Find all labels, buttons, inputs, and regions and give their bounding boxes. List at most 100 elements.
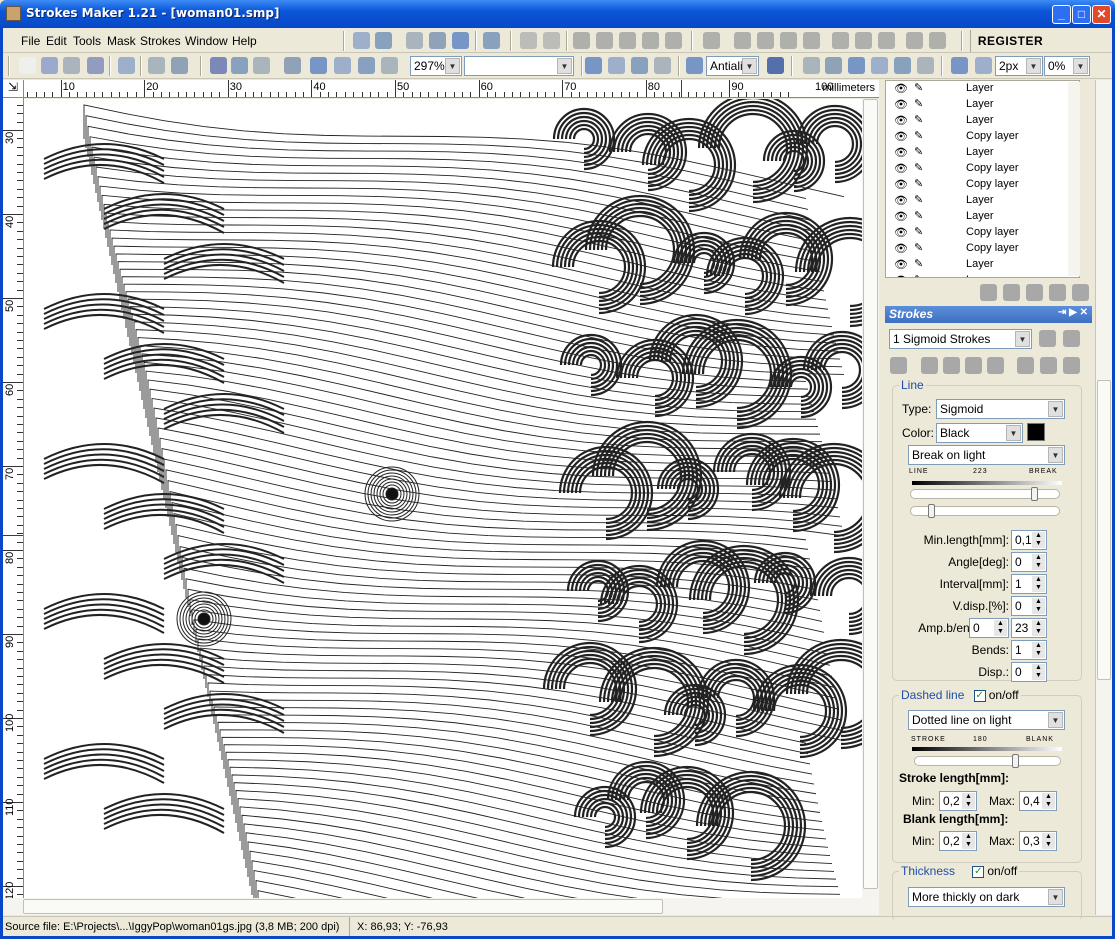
canvas-horizontal-scrollbar[interactable] <box>3 898 879 915</box>
menu-mask[interactable]: Mask <box>107 34 136 48</box>
thickness-toggle[interactable]: ✓ on/off <box>972 864 1017 878</box>
layer-row[interactable]: 👁 ✎ Layer <box>886 81 1076 96</box>
view-layers-icon[interactable] <box>631 57 648 74</box>
eye-icon[interactable]: 👁 <box>894 242 908 255</box>
layer-row[interactable]: 👁 ✎ Layer <box>886 192 1076 208</box>
field-input[interactable]: 0,1 ▲ ▼ <box>1011 530 1047 550</box>
chevron-down-icon[interactable]: ▼ <box>742 58 757 74</box>
scroll-thumb[interactable] <box>863 99 878 889</box>
layer-row[interactable]: 👁 ✎ Layer <box>886 96 1076 112</box>
slider-knob[interactable] <box>927 504 935 518</box>
filter-2-icon[interactable] <box>1040 357 1057 374</box>
spinner-arrows-icon[interactable]: ▲ ▼ <box>1032 598 1045 614</box>
eye-icon[interactable]: 👁 <box>894 146 908 159</box>
save-layer-icon[interactable] <box>803 32 820 49</box>
group-icon[interactable] <box>965 357 982 374</box>
help-icon[interactable] <box>353 32 370 49</box>
panel-top-icon[interactable] <box>429 32 446 49</box>
dashed-toggle[interactable]: ✓ on/off <box>973 688 1019 702</box>
pencil-icon[interactable]: ✎ <box>914 273 923 277</box>
layer-row[interactable]: 👁 ✎ Layer <box>886 272 1076 277</box>
eye-icon[interactable]: 👁 <box>894 114 908 127</box>
select-arrow-icon[interactable] <box>210 57 227 74</box>
document-icon[interactable] <box>878 32 895 49</box>
pencil-icon[interactable]: ✎ <box>914 97 923 110</box>
menu-edit[interactable]: Edit <box>46 34 67 48</box>
pencil-icon[interactable]: ✎ <box>914 113 923 126</box>
close-button[interactable]: ✕ <box>1092 5 1111 24</box>
chevron-down-icon[interactable]: ▼ <box>1048 889 1063 905</box>
paste-layer-icon[interactable] <box>171 57 188 74</box>
view-combined-icon[interactable] <box>654 57 671 74</box>
field-input[interactable]: 0 ▲ ▼ <box>969 618 1009 638</box>
eye-icon[interactable]: 👁 <box>894 82 908 95</box>
align-icon[interactable] <box>253 57 270 74</box>
field-input[interactable]: 0 ▲ ▼ <box>1011 596 1047 616</box>
spinner-arrows-icon[interactable]: ▲ ▼ <box>962 833 975 849</box>
secondary-slider[interactable] <box>910 504 1060 518</box>
layer-row[interactable]: 👁 ✎ Layer <box>886 112 1076 128</box>
menu-help[interactable]: Help <box>232 34 257 48</box>
pencil-icon[interactable]: ✎ <box>914 193 923 206</box>
add-icon[interactable] <box>921 357 938 374</box>
puzzle-icon[interactable] <box>906 32 923 49</box>
opacity-combo[interactable]: 0% ▼ <box>1044 56 1090 76</box>
chevron-down-icon[interactable]: ▼ <box>1026 58 1041 74</box>
transform-icon[interactable] <box>231 57 248 74</box>
eye-icon[interactable]: 👁 <box>894 162 908 175</box>
zoom-fit-icon[interactable] <box>358 57 375 74</box>
copy-icon[interactable] <box>596 32 613 49</box>
zoom-out-icon[interactable] <box>334 57 351 74</box>
chevron-down-icon[interactable]: ▼ <box>557 58 572 74</box>
zoom-in-icon[interactable] <box>310 57 327 74</box>
color-swatch[interactable] <box>1027 423 1045 441</box>
group-icon[interactable] <box>780 32 797 49</box>
pencil-icon[interactable]: ✎ <box>914 161 923 174</box>
layer-row[interactable]: 👁 ✎ Copy layer <box>886 240 1076 256</box>
line-mode-combo[interactable]: Break on light ▼ <box>908 445 1065 465</box>
pencil-icon[interactable]: ✎ <box>914 209 923 222</box>
scroll-thumb[interactable] <box>23 899 663 914</box>
new-file-icon[interactable] <box>19 57 36 74</box>
delete-icon[interactable] <box>665 32 682 49</box>
layer-row[interactable]: 👁 ✎ Copy layer <box>886 176 1076 192</box>
spinner-arrows-icon[interactable]: ▲ ▼ <box>962 793 975 809</box>
pencil-icon[interactable]: ✎ <box>914 177 923 190</box>
add-icon[interactable] <box>734 32 751 49</box>
eraser-icon[interactable] <box>894 57 911 74</box>
field-input[interactable]: 0 ▲ ▼ <box>1011 552 1047 572</box>
layer-row[interactable]: 👁 ✎ Copy layer <box>886 128 1076 144</box>
ruler-corner-icon[interactable]: ⇲ <box>3 80 24 98</box>
spinner-arrows-icon[interactable]: ▲ ▼ <box>1032 620 1045 636</box>
preset-combo[interactable]: 1 Sigmoid Strokes ▼ <box>889 329 1032 349</box>
slider-knob[interactable] <box>1030 487 1038 501</box>
threshold-slider[interactable] <box>910 487 1060 501</box>
document-icon[interactable] <box>1063 357 1080 374</box>
pen-tool-icon[interactable] <box>871 57 888 74</box>
export-icon[interactable] <box>118 57 135 74</box>
view-mask-icon[interactable] <box>585 57 602 74</box>
panel-grid-icon[interactable] <box>452 32 469 49</box>
target-icon[interactable] <box>703 32 720 49</box>
blank-min-input[interactable]: 0,2 ▲ ▼ <box>939 831 977 851</box>
field-input[interactable]: 23 ▲ ▼ <box>1011 618 1047 638</box>
panel-left-icon[interactable] <box>406 32 423 49</box>
spinner-arrows-icon[interactable]: ▲ ▼ <box>1032 642 1045 658</box>
eye-icon[interactable]: 👁 <box>894 226 908 239</box>
remove-preset-icon[interactable] <box>1063 330 1080 347</box>
filter-icon[interactable] <box>832 32 849 49</box>
chevron-down-icon[interactable]: ▼ <box>1048 447 1063 463</box>
brush-size-combo[interactable]: 2px ▼ <box>995 56 1043 76</box>
folder-icon[interactable] <box>642 32 659 49</box>
eye-icon[interactable]: 👁 <box>894 130 908 143</box>
eye-icon[interactable]: 👁 <box>894 98 908 111</box>
stroke-max-input[interactable]: 0,4 ▲ ▼ <box>1019 791 1057 811</box>
checkbox-checked-icon[interactable]: ✓ <box>973 689 986 702</box>
panel-scrollbar[interactable] <box>1095 80 1112 915</box>
pencil-icon[interactable]: ✎ <box>914 241 923 254</box>
magic-wand-icon[interactable] <box>825 57 842 74</box>
cloud-select-icon[interactable] <box>975 57 992 74</box>
maximize-button[interactable]: □ <box>1072 5 1091 24</box>
hair-brush-icon[interactable] <box>767 57 784 74</box>
add-preset-icon[interactable] <box>1039 330 1056 347</box>
